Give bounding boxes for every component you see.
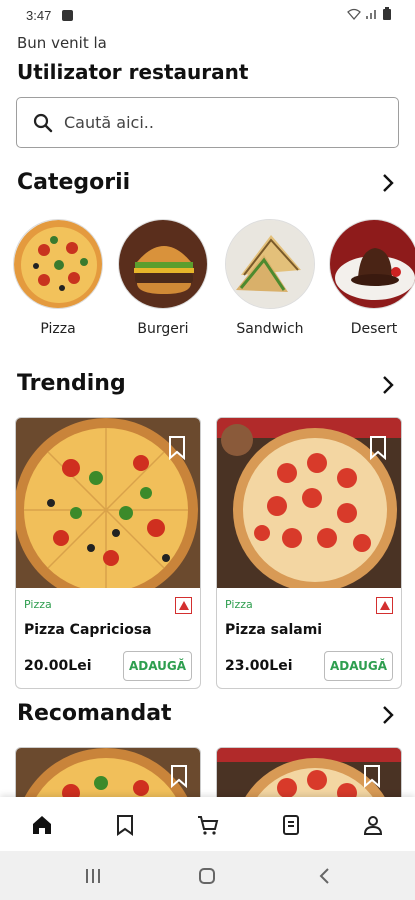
add-button[interactable]: ADAUGĂ: [123, 651, 192, 681]
trending-title: Trending: [17, 371, 126, 396]
dessert-image: [329, 219, 415, 309]
user-name: Utilizator restaurant: [17, 60, 249, 84]
pizza-image: [13, 219, 103, 309]
battery-icon: [383, 7, 391, 20]
product-price: 23.00Lei: [225, 658, 293, 674]
orders-icon[interactable]: [279, 813, 303, 837]
product-category: Pizza: [24, 598, 52, 611]
product-name: Pizza Capriciosa: [24, 622, 152, 638]
recommended-title: Recomandat: [17, 701, 172, 726]
categories-title: Categorii: [17, 170, 131, 195]
product-name: Pizza salami: [225, 622, 323, 638]
category-label: Sandwich: [236, 321, 304, 337]
category-burgeri[interactable]: Burgeri: [118, 219, 208, 337]
bookmark-icon[interactable]: [113, 813, 137, 837]
nonveg-indicator-icon: [376, 597, 393, 614]
categories-more-chevron-right-icon[interactable]: [378, 173, 398, 193]
status-time: 3:47: [26, 8, 52, 23]
bottom-nav: [0, 797, 415, 851]
search-bar[interactable]: [16, 97, 399, 148]
product-card[interactable]: Pizza Pizza salami 23.00Lei ADAUGĂ: [216, 417, 402, 689]
status-bar: 3:47: [0, 0, 415, 32]
recommended-more-chevron-right-icon[interactable]: [378, 705, 398, 725]
search-icon: [33, 113, 53, 133]
trending-more-chevron-right-icon[interactable]: [378, 375, 398, 395]
message-icon: [62, 10, 73, 21]
product-price: 20.00Lei: [24, 658, 92, 674]
home-button-icon[interactable]: [198, 867, 216, 885]
category-pizza[interactable]: Pizza: [13, 219, 103, 337]
cart-icon[interactable]: [196, 813, 220, 837]
product-category: Pizza: [225, 598, 253, 611]
add-button[interactable]: ADAUGĂ: [324, 651, 393, 681]
category-label: Burgeri: [137, 321, 189, 337]
category-sandwich[interactable]: Sandwich: [225, 219, 315, 337]
wifi-icon: [347, 8, 361, 20]
category-label: Pizza: [40, 321, 76, 337]
recent-apps-icon[interactable]: [84, 867, 102, 885]
product-card[interactable]: Pizza Pizza Capriciosa 20.00Lei ADAUGĂ: [15, 417, 201, 689]
status-icons: [347, 7, 391, 20]
bookmark-icon[interactable]: [168, 436, 186, 460]
profile-icon[interactable]: [361, 813, 385, 837]
signal-icon: [366, 9, 376, 19]
back-icon[interactable]: [316, 867, 334, 885]
category-label: Desert: [350, 321, 398, 337]
welcome-text: Bun venit la: [17, 34, 107, 52]
burger-image: [118, 219, 208, 309]
home-icon[interactable]: [30, 813, 54, 837]
nonveg-indicator-icon: [175, 597, 192, 614]
bookmark-icon[interactable]: [369, 436, 387, 460]
category-desert[interactable]: Desert: [329, 219, 415, 337]
system-nav-bar: [0, 851, 415, 900]
sandwich-image: [225, 219, 315, 309]
search-input[interactable]: [64, 98, 384, 147]
